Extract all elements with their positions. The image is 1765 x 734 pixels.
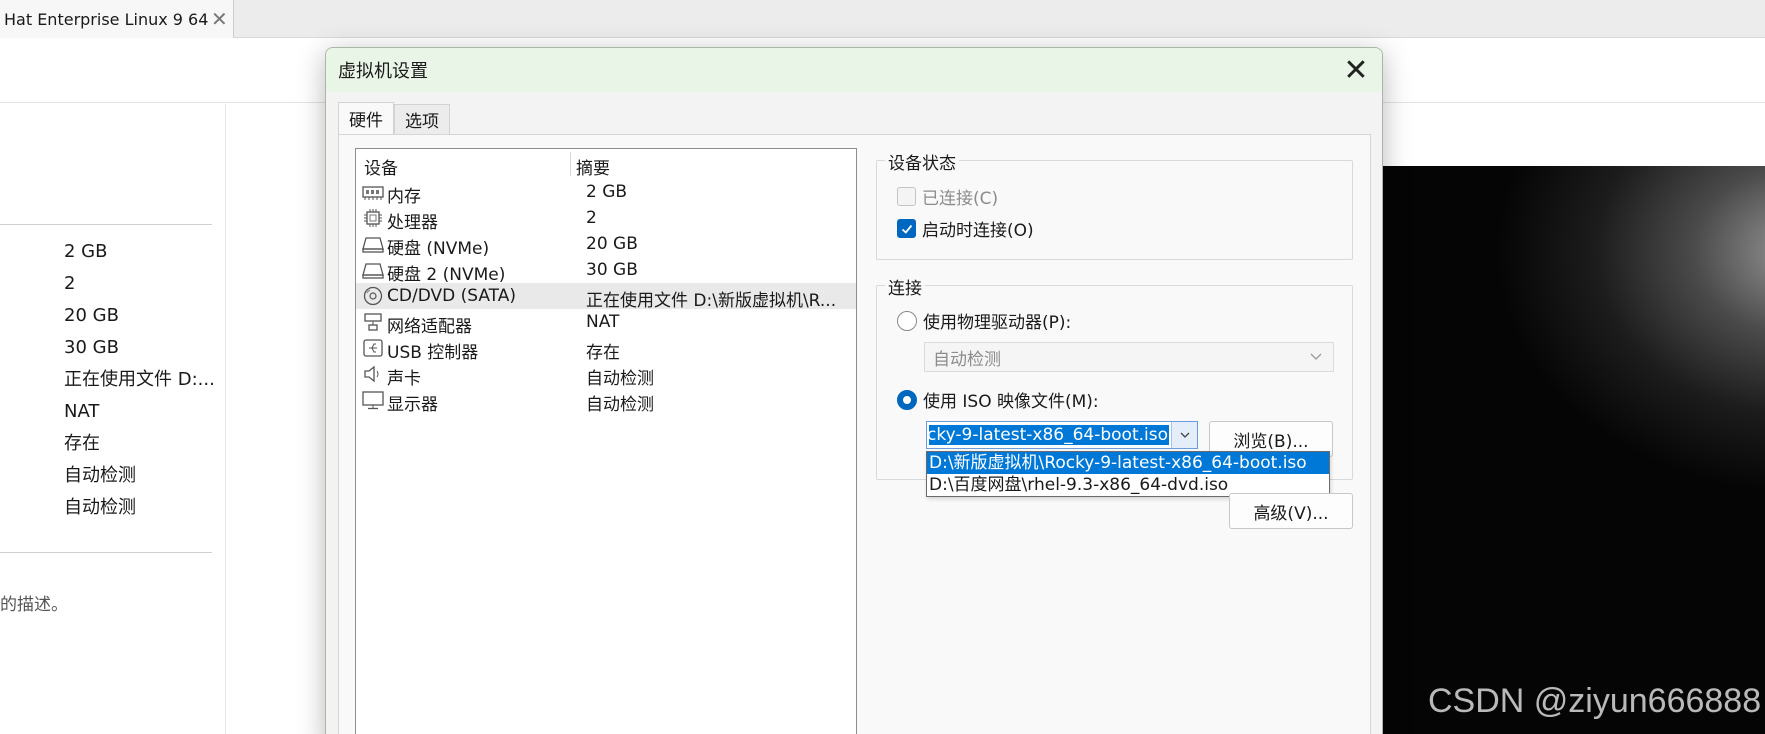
device-row-sound[interactable]: 声卡 自动检测 xyxy=(356,361,856,389)
device-row-processor[interactable]: 处理器 2 xyxy=(356,205,856,233)
device-row-network[interactable]: 网络适配器 NAT xyxy=(356,309,856,337)
device-name: 声卡 xyxy=(387,369,421,389)
vm-tab-title: Hat Enterprise Linux 9 64 ... xyxy=(4,9,209,29)
iso-option[interactable]: D:\新版虚拟机\Rocky-9-latest-x86_64-boot.iso xyxy=(927,452,1329,474)
device-summary: 存在 xyxy=(586,343,620,363)
watermark: CSDN @ziyun666888 xyxy=(1428,682,1762,720)
vm-tab[interactable]: Hat Enterprise Linux 9 64 ... ✕ xyxy=(0,0,234,38)
physical-drive-select: 自动检测 xyxy=(924,342,1334,372)
vm-description: 的描述。 xyxy=(0,595,68,615)
physical-drive-label: 使用物理驱动器(P): xyxy=(923,313,1072,333)
connected-checkbox-row[interactable]: 已连接(C) xyxy=(897,184,998,209)
iso-label: 使用 ISO 映像文件(M): xyxy=(923,392,1099,412)
iso-dropdown-list[interactable]: D:\新版虚拟机\Rocky-9-latest-x86_64-boot.iso … xyxy=(926,451,1330,497)
summary-value: NAT xyxy=(64,401,100,422)
device-summary: 30 GB xyxy=(586,260,638,280)
device-status-legend: 设备状态 xyxy=(885,149,959,174)
device-row-usb[interactable]: USB 控制器 存在 xyxy=(356,335,856,363)
checkmark-icon xyxy=(901,224,912,234)
device-row-cd-dvd[interactable]: CD/DVD (SATA) 正在使用文件 D:\新版虚拟机\R... xyxy=(356,283,856,311)
summary-value: 20 GB xyxy=(64,305,119,326)
device-name: USB 控制器 xyxy=(387,343,479,363)
chevron-down-icon xyxy=(1309,349,1323,363)
physical-drive-radio[interactable] xyxy=(897,310,917,331)
column-header-summary[interactable]: 摘要 xyxy=(576,154,610,179)
column-header-device[interactable]: 设备 xyxy=(364,154,398,179)
device-summary: 20 GB xyxy=(586,234,638,254)
device-row-disk-2[interactable]: 硬盘 2 (NVMe) 30 GB xyxy=(356,257,856,285)
close-icon[interactable]: ✕ xyxy=(211,9,228,29)
device-name: CD/DVD (SATA) xyxy=(387,286,516,306)
network-icon xyxy=(362,312,384,332)
summary-value: 2 GB xyxy=(64,241,108,262)
connect-on-start-checkbox[interactable] xyxy=(897,219,916,238)
vm-tab-bar: Hat Enterprise Linux 9 64 ... ✕ xyxy=(0,0,1765,38)
cd-icon xyxy=(362,286,384,306)
advanced-button[interactable]: 高级(V)... xyxy=(1229,493,1353,529)
connect-on-start-label: 启动时连接(O) xyxy=(922,221,1034,241)
vm-screen-preview[interactable] xyxy=(1382,166,1765,734)
iso-path-input[interactable]: D:\新版虚拟机\Rocky-9-latest-x86_64-boot.iso xyxy=(929,424,1169,446)
summary-value: 存在 xyxy=(64,433,100,454)
monitor-icon xyxy=(362,390,384,410)
disk-icon xyxy=(362,234,384,254)
connected-checkbox[interactable] xyxy=(897,187,916,206)
device-row-memory[interactable]: 内存 2 GB xyxy=(356,179,856,207)
device-row-display[interactable]: 显示器 自动检测 xyxy=(356,387,856,415)
dialog-title: 虚拟机设置 xyxy=(338,61,428,82)
device-list[interactable]: 设备 摘要 内存 2 GB 处理器 2 硬盘 (NVMe) 20 GB 硬盘 2… xyxy=(355,148,857,734)
speaker-icon xyxy=(362,364,384,384)
divider xyxy=(0,552,212,553)
device-name: 硬盘 (NVMe) xyxy=(387,239,490,259)
column-separator[interactable] xyxy=(570,152,571,176)
usb-icon xyxy=(362,338,384,358)
memory-icon xyxy=(362,182,384,202)
physical-drive-value: 自动检测 xyxy=(933,349,1001,370)
iso-path-text: D:\新版虚拟机\Rocky-9-latest-x86_64-boot.iso xyxy=(929,425,1169,445)
dialog-title-bar[interactable]: 虚拟机设置 xyxy=(326,48,1382,92)
summary-value: 2 xyxy=(64,273,76,294)
device-summary: 自动检测 xyxy=(586,395,654,415)
connect-on-start-row[interactable]: 启动时连接(O) xyxy=(897,216,1034,241)
iso-path-combobox[interactable]: D:\新版虚拟机\Rocky-9-latest-x86_64-boot.iso xyxy=(926,421,1198,449)
device-summary: 2 GB xyxy=(586,182,628,202)
summary-value: 30 GB xyxy=(64,337,119,358)
device-name: 硬盘 2 (NVMe) xyxy=(387,265,506,285)
connected-label: 已连接(C) xyxy=(922,189,999,209)
iso-dropdown-button[interactable] xyxy=(1171,422,1197,448)
device-name: 显示器 xyxy=(387,395,438,415)
chevron-down-icon xyxy=(1180,432,1189,438)
device-name: 网络适配器 xyxy=(387,317,472,337)
device-name: 处理器 xyxy=(387,213,438,233)
device-name: 内存 xyxy=(387,187,421,207)
device-list-header: 设备 摘要 xyxy=(356,149,856,179)
device-summary: 正在使用文件 D:\新版虚拟机\R... xyxy=(586,291,837,311)
disk-icon xyxy=(362,260,384,280)
device-summary: 自动检测 xyxy=(586,369,654,389)
tab-strip: 硬件 选项 xyxy=(338,102,450,134)
tab-hardware[interactable]: 硬件 xyxy=(338,102,394,134)
vm-summary-list: 2 GB 2 20 GB 30 GB 正在使用文件 D:... NAT 存在 自… xyxy=(64,236,215,524)
tab-options[interactable]: 选项 xyxy=(394,104,450,134)
device-row-disk[interactable]: 硬盘 (NVMe) 20 GB xyxy=(356,231,856,259)
summary-value: 自动检测 xyxy=(64,497,136,518)
device-summary: NAT xyxy=(586,312,620,332)
iso-radio[interactable] xyxy=(897,389,917,410)
summary-value: 自动检测 xyxy=(64,465,136,486)
device-status-group: 设备状态 已连接(C) 启动时连接(O) xyxy=(876,149,1353,260)
close-icon[interactable]: ✕ xyxy=(1338,52,1374,88)
device-summary: 2 xyxy=(586,208,597,228)
physical-drive-radio-row[interactable]: 使用物理驱动器(P): xyxy=(897,308,1071,333)
divider xyxy=(0,224,212,225)
connection-legend: 连接 xyxy=(885,274,925,299)
iso-radio-row[interactable]: 使用 ISO 映像文件(M): xyxy=(897,387,1099,412)
summary-value: 正在使用文件 D:... xyxy=(64,369,215,390)
cpu-icon xyxy=(362,208,384,228)
